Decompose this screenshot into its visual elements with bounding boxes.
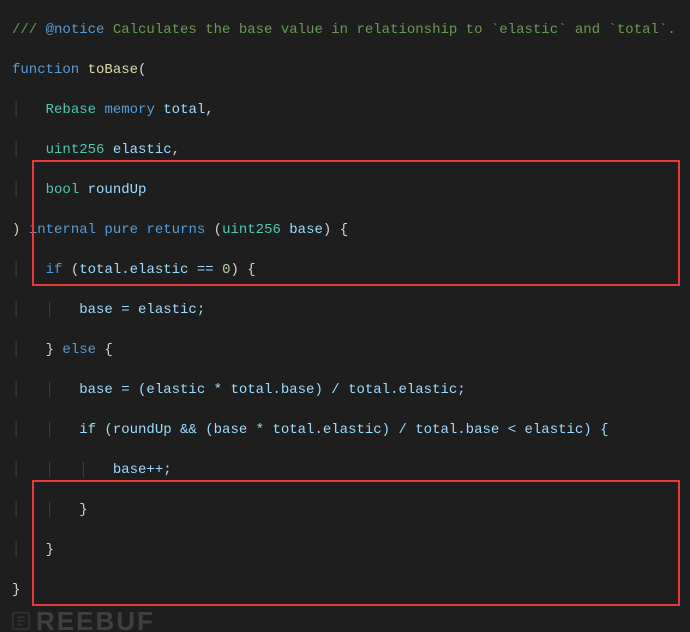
code-line: │ } else { xyxy=(12,340,690,360)
watermark: REEBUF xyxy=(10,610,155,632)
code-line: │ │ } xyxy=(12,500,690,520)
code-line: function toBase( xyxy=(12,60,690,80)
code-line: │ Rebase memory total, xyxy=(12,100,690,120)
code-block: /// @notice Calculates the base value in… xyxy=(0,0,690,632)
code-line: │ if (total.elastic == 0) { xyxy=(12,260,690,280)
code-line: │ bool roundUp xyxy=(12,180,690,200)
code-editor[interactable]: /// @notice Calculates the base value in… xyxy=(0,0,690,632)
code-line: ) internal pure returns (uint256 base) { xyxy=(12,220,690,240)
code-line: } xyxy=(12,580,690,600)
watermark-text: REEBUF xyxy=(36,611,155,631)
code-line: │ } xyxy=(12,540,690,560)
code-line: │ │ if (roundUp && (base * total.elastic… xyxy=(12,420,690,440)
comment-text: /// @notice Calculates the base value in… xyxy=(12,22,676,38)
watermark-icon xyxy=(10,610,32,632)
code-line: │ │ │ base++; xyxy=(12,460,690,480)
code-line: │ │ base = elastic; xyxy=(12,300,690,320)
code-line: /// @notice Calculates the base value in… xyxy=(12,20,690,40)
code-line: │ uint256 elastic, xyxy=(12,140,690,160)
code-line: │ │ base = (elastic * total.base) / tota… xyxy=(12,380,690,400)
